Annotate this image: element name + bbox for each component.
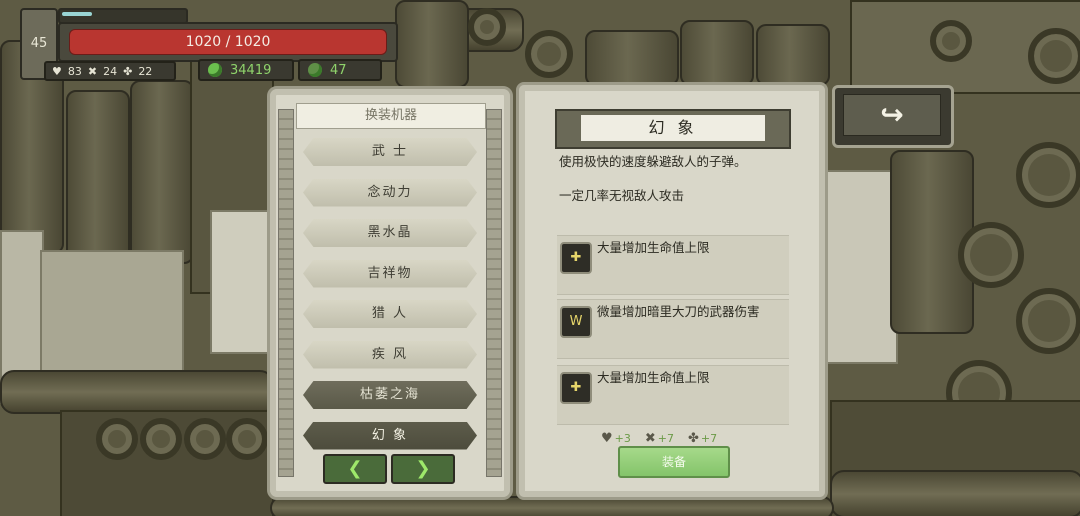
description-line: 一定几率无视敌人攻击: [559, 188, 685, 203]
detail-description: 使用极快的速度躲避敌人的子弹。 一定几率无视敌人攻击: [559, 153, 809, 204]
player-stats: ♥ 83 ✖ 24 ✤ 22: [44, 61, 176, 81]
machine-item[interactable]: 武 士: [303, 138, 477, 166]
description-line: 使用极快的速度躲避敌人的子弹。: [559, 154, 747, 169]
crystal-counter: 47: [298, 59, 382, 81]
stat-luck-value: 22: [138, 64, 153, 78]
machine-list-header: 换装机器: [296, 103, 486, 129]
panel-rail-right: [486, 109, 502, 477]
xp-bar-fill: [62, 12, 93, 16]
machine-list-panel: 换装机器 武 士念动力黑水晶吉祥物猎 人疾 风枯萎之海幻 象 ❮ ❯: [267, 86, 513, 500]
machine-item[interactable]: 猎 人: [303, 300, 477, 328]
gem-count: 34419: [230, 62, 272, 78]
stat-heart-value: 83: [67, 64, 82, 78]
return-arrow-icon: ↪: [843, 94, 941, 136]
bonus-stats: ♥ +3 ✖ +7 ✤ +7: [601, 431, 718, 446]
hp-bar: 1020 / 1020: [69, 29, 387, 55]
bonus-attack-value: 7: [667, 432, 674, 445]
detail-title: 幻 象: [581, 115, 765, 141]
clover-icon: ✤: [123, 64, 133, 78]
perk-row: ✚ 大量增加生命值上限: [557, 235, 789, 295]
heart-icon: ♥: [601, 431, 613, 446]
back-button[interactable]: ↪: [832, 85, 954, 148]
health-up-icon: ✚: [560, 372, 592, 404]
next-page-button[interactable]: ❯: [391, 454, 455, 484]
perk-row: W 微量增加暗里大刀的武器伤害: [557, 299, 789, 359]
machine-detail-panel: 幻 象 使用极快的速度躲避敌人的子弹。 一定几率无视敌人攻击 ✚ 大量增加生命值…: [516, 82, 828, 500]
perk-text: 大量增加生命值上限: [597, 370, 710, 385]
bonus-luck-value: 7: [710, 432, 718, 445]
machine-item[interactable]: 疾 风: [303, 340, 477, 369]
gem-icon: [208, 63, 222, 77]
green-crystal-icon: [308, 63, 322, 77]
prev-page-button[interactable]: ❮: [323, 454, 387, 484]
weapon-damage-icon: W: [560, 306, 592, 338]
crystal-count: 47: [330, 62, 347, 78]
crossed-tools-icon: ✖: [87, 64, 98, 78]
hp-bar-frame: 1020 / 1020: [58, 22, 398, 62]
heart-icon: ♥: [52, 64, 62, 78]
perk-text: 大量增加生命值上限: [597, 240, 710, 255]
perk-text: 微量增加暗里大刀的武器伤害: [597, 304, 760, 319]
machine-item[interactable]: 枯萎之海: [303, 381, 477, 409]
detail-title-bar: 幻 象: [555, 109, 791, 149]
stat-attack-value: 24: [103, 64, 118, 78]
machine-item[interactable]: 幻 象: [303, 421, 477, 450]
equip-button[interactable]: 装备: [618, 446, 730, 478]
health-up-icon: ✚: [560, 242, 592, 274]
crossed-tools-icon: ✖: [644, 431, 656, 446]
bonus-heart-value: 3: [623, 432, 631, 445]
panel-rail-left: [278, 109, 294, 477]
machine-item[interactable]: 黑水晶: [303, 219, 477, 247]
clover-icon: ✤: [688, 431, 699, 446]
perk-row: ✚ 大量增加生命值上限: [557, 365, 789, 425]
gem-counter: 34419: [198, 59, 294, 81]
machine-item[interactable]: 念动力: [303, 178, 477, 207]
machine-item[interactable]: 吉祥物: [303, 259, 477, 288]
